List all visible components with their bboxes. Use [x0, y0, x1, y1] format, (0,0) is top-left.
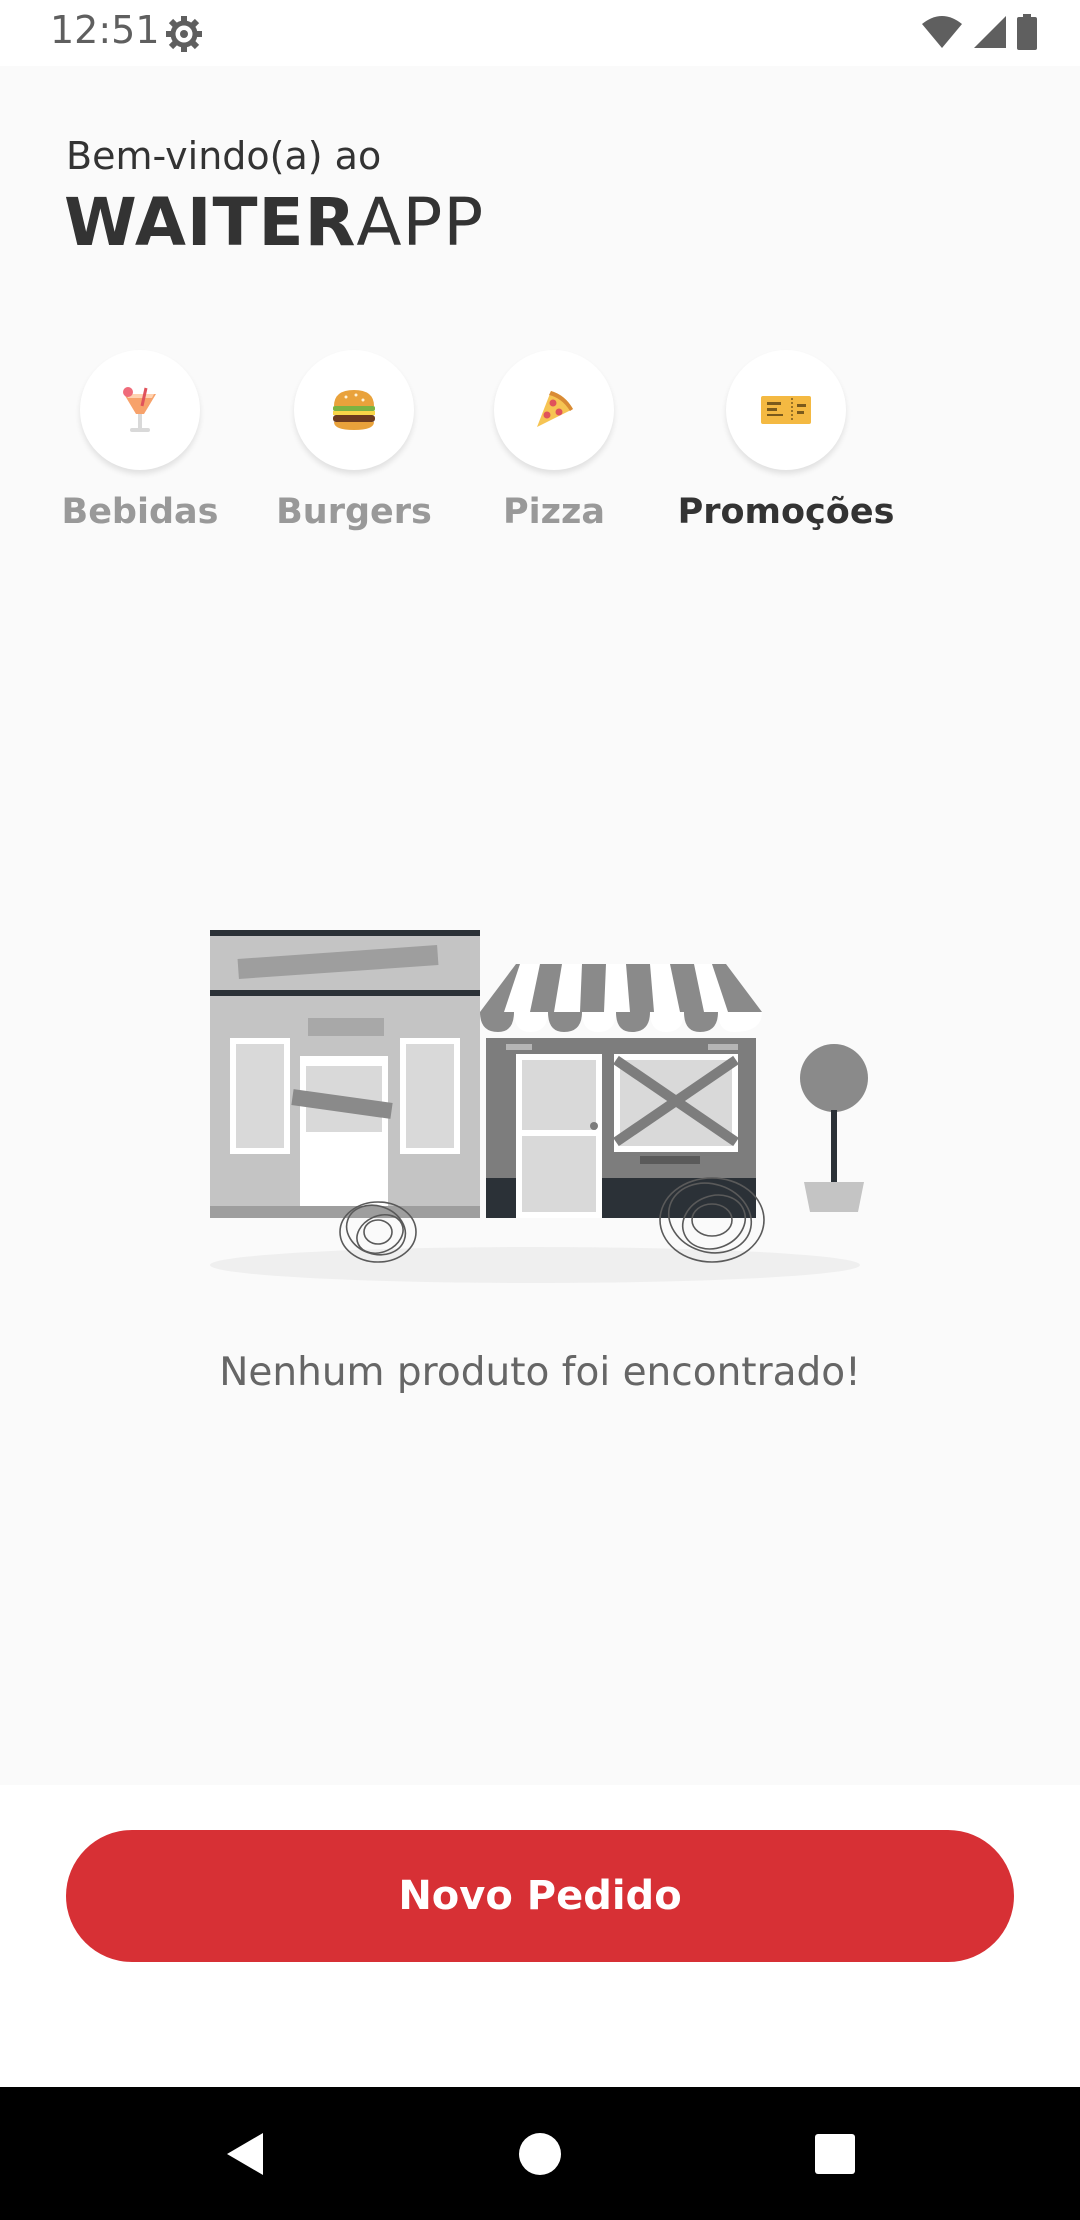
cocktail-emoji-icon	[80, 350, 200, 470]
pizza-emoji-icon	[494, 350, 614, 470]
app-brand: WAITERAPP	[64, 184, 484, 261]
battery-icon	[1016, 14, 1038, 54]
status-icons	[920, 14, 1038, 54]
closed-store-illustration	[200, 920, 880, 1290]
gear-icon	[164, 14, 204, 54]
brand-light: APP	[356, 184, 485, 261]
category-burgers[interactable]: Burgers	[276, 350, 432, 532]
home-icon[interactable]	[517, 2131, 563, 2177]
cellular-signal-icon	[972, 14, 1008, 54]
category-list: Bebidas Burgers Pizza Promoções	[0, 350, 1080, 550]
recents-icon[interactable]	[812, 2131, 858, 2177]
welcome-text: Bem-vindo(a) ao	[66, 134, 382, 178]
category-label: Burgers	[276, 492, 432, 532]
category-promocoes[interactable]: Promoções	[666, 350, 906, 532]
back-icon[interactable]	[222, 2131, 268, 2177]
wifi-icon	[920, 14, 964, 54]
category-pizza[interactable]: Pizza	[480, 350, 628, 532]
status-time: 12:51	[50, 8, 160, 52]
category-label: Promoções	[677, 492, 895, 532]
burger-emoji-icon	[294, 350, 414, 470]
empty-state-message: Nenhum produto foi encontrado!	[219, 1350, 861, 1395]
footer: Novo Pedido	[0, 1785, 1080, 2087]
status-bar: 12:51	[0, 0, 1080, 66]
category-label: Bebidas	[61, 492, 219, 532]
brand-bold: WAITER	[64, 184, 357, 261]
ticket-emoji-icon	[726, 350, 846, 470]
category-label: Pizza	[502, 492, 605, 532]
category-bebidas[interactable]: Bebidas	[62, 350, 219, 532]
new-order-button[interactable]: Novo Pedido	[66, 1830, 1014, 1962]
navigation-bar	[0, 2087, 1080, 2220]
